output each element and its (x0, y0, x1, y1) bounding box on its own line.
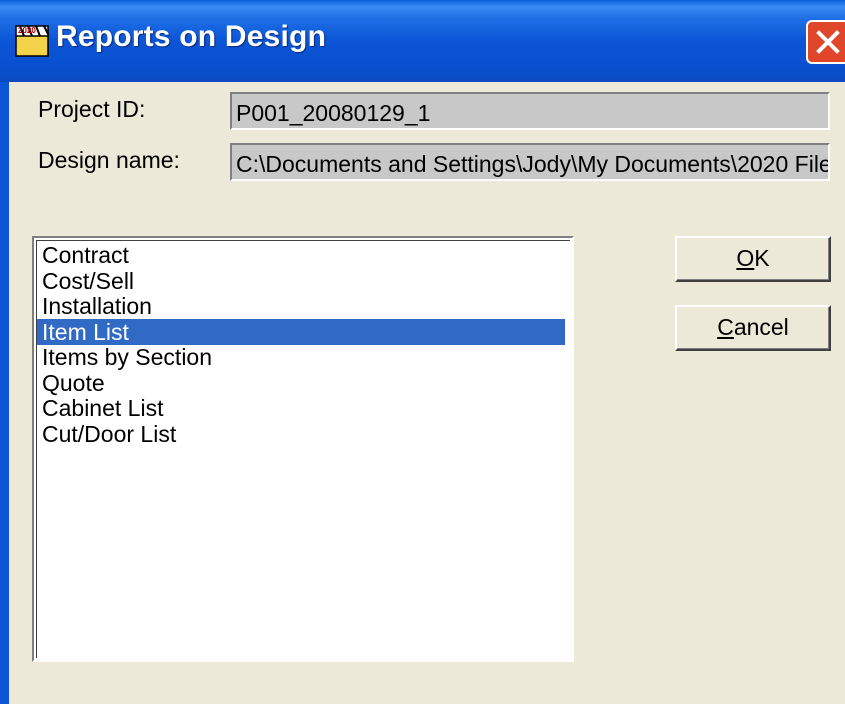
window-title: Reports on Design (56, 20, 327, 53)
close-icon (816, 30, 840, 54)
report-list-item[interactable]: Cabinet List (40, 395, 163, 421)
ok-label-rest: K (754, 245, 770, 271)
svg-text:2020: 2020 (18, 26, 36, 35)
report-list-item[interactable]: Items by Section (40, 344, 212, 370)
project-id-field: P001_20080129_1 (230, 92, 830, 130)
cancel-mnemonic: C (717, 314, 734, 340)
report-list-item[interactable]: Item List (37, 318, 565, 345)
report-list-item[interactable]: Quote (40, 370, 105, 396)
project-id-label: Project ID: (38, 96, 146, 122)
ok-mnemonic: O (736, 245, 755, 271)
report-list-item[interactable]: Installation (40, 293, 152, 319)
design-name-field: C:\Documents and Settings\Jody\My Docume… (230, 143, 830, 181)
report-listbox[interactable]: Contract Cost/Sell Installation Item List It… (32, 236, 574, 662)
app-2020-icon: 2020 (15, 25, 49, 57)
ok-button[interactable]: OK (675, 236, 831, 282)
close-button[interactable] (806, 20, 845, 64)
design-name-label: Design name: (38, 147, 180, 173)
report-list-item[interactable]: Cut/Door List (40, 421, 176, 447)
report-list-item[interactable]: Cost/Sell (40, 268, 134, 294)
window-border (0, 82, 9, 704)
report-list-item[interactable]: Contract (40, 242, 129, 268)
cancel-button[interactable]: Cancel (675, 305, 831, 351)
cancel-label-rest: ancel (733, 314, 789, 340)
title-bar[interactable]: 2020 Reports on Design (0, 0, 845, 82)
reports-dialog: 2020 Reports on Design Project ID: P001_… (0, 0, 845, 704)
